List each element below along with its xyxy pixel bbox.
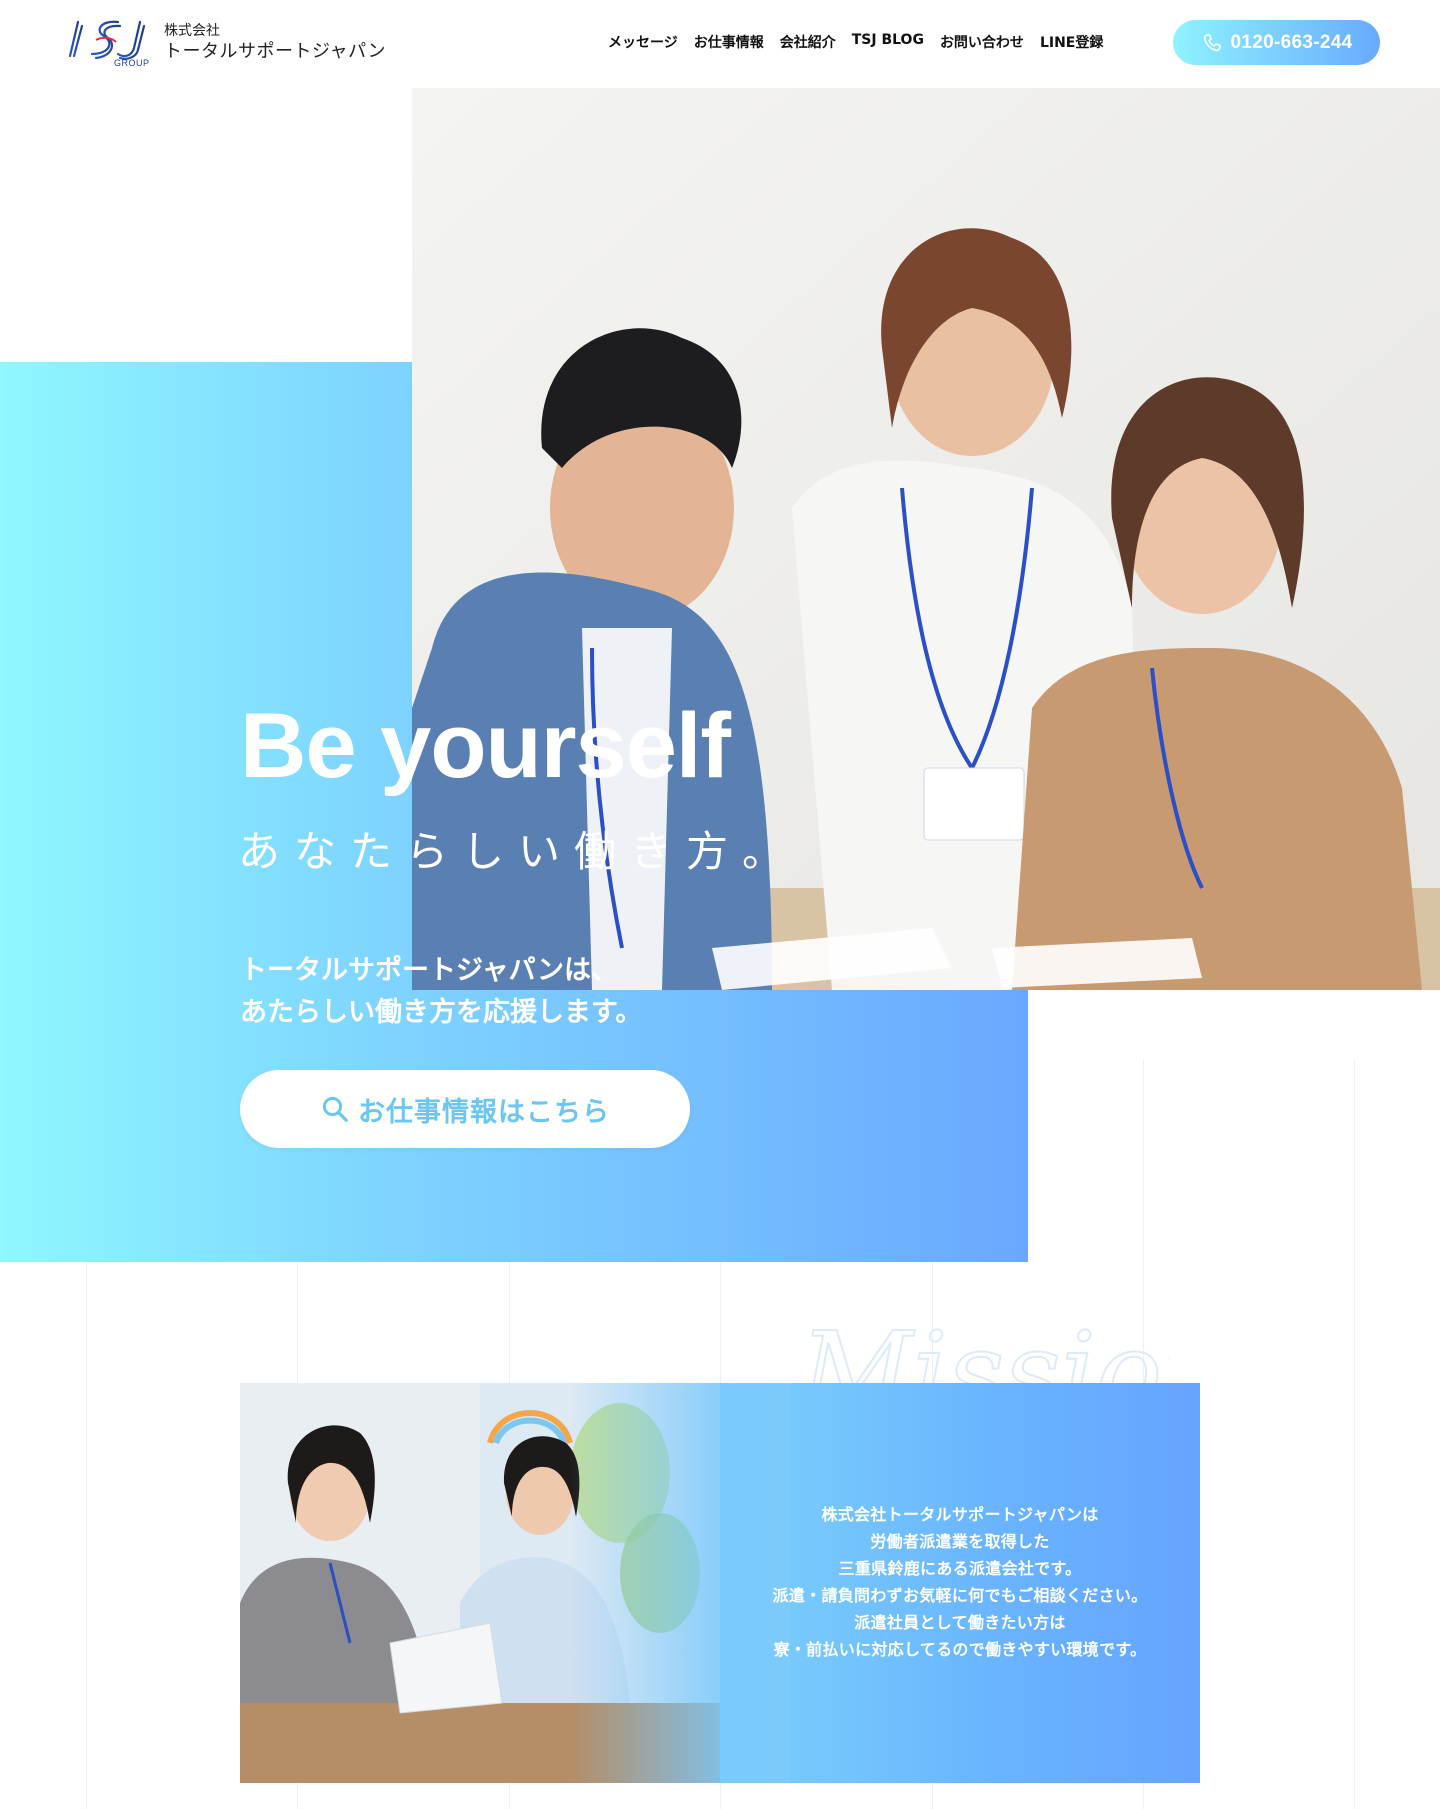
logo-link[interactable]: GROUP: [60, 16, 160, 72]
global-nav: メッセージ お仕事情報 会社紹介 TSJ BLOG お問い合わせ LINE登録: [608, 32, 1119, 52]
nav-line[interactable]: LINE登録: [1040, 32, 1103, 52]
tsj-logo: [62, 20, 150, 60]
hero-title: Be yourself: [240, 695, 731, 797]
company-name: トータルサポートジャパン: [164, 41, 386, 62]
phone-number: 0120-663-244: [1230, 31, 1353, 53]
site-header: GROUP 株式会社 トータルサポートジャパン メッセージ お仕事情報 会社紹介…: [0, 0, 1440, 88]
phone-icon: [1203, 33, 1221, 51]
job-info-button[interactable]: お仕事情報はこちら: [240, 1070, 690, 1148]
nav-jobs[interactable]: お仕事情報: [694, 32, 764, 52]
mission-line-5: 派遣社員として働きたい方は: [854, 1613, 1066, 1632]
nav-message[interactable]: メッセージ: [608, 32, 678, 52]
phone-button[interactable]: 0120-663-244: [1173, 20, 1380, 65]
nav-contact[interactable]: お問い合わせ: [940, 32, 1024, 52]
mission-line-1: 株式会社トータルサポートジャパンは: [821, 1505, 1099, 1524]
nav-company[interactable]: 会社紹介: [780, 32, 836, 52]
mission-text: 株式会社トータルサポートジャパンは 労働者派遣業を取得した 三重県鈴鹿にある派遣…: [720, 1501, 1200, 1663]
mission-line-4: 派遣・請負問わずお気軽に何でもご相談ください。: [772, 1586, 1148, 1605]
hero-description: トータルサポートジャパンは、 あたらしい働き方を応援します。: [240, 950, 642, 1034]
logo-group-text: GROUP: [114, 58, 150, 68]
mission-line-6: 寮・前払いに対応してるので働きやすい環境です。: [773, 1640, 1147, 1659]
mission-line-2: 労働者派遣業を取得した: [870, 1532, 1050, 1551]
mission-line-3: 三重県鈴鹿にある派遣会社です。: [838, 1559, 1082, 1578]
mission-card: 株式会社トータルサポートジャパンは 労働者派遣業を取得した 三重県鈴鹿にある派遣…: [240, 1383, 1200, 1783]
job-info-button-label: お仕事情報はこちら: [358, 1096, 610, 1128]
hero-subtitle: あなたらしい働き方。: [238, 827, 799, 876]
company-name-block: 株式会社 トータルサポートジャパン: [164, 22, 386, 64]
company-prefix: 株式会社: [164, 23, 220, 39]
nav-blog[interactable]: TSJ BLOG: [852, 32, 924, 52]
search-icon: [322, 1096, 348, 1122]
hero-description-line-2: あたらしい働き方を応援します。: [240, 997, 643, 1028]
hero-description-line-1: トータルサポートジャパンは、: [240, 955, 618, 986]
